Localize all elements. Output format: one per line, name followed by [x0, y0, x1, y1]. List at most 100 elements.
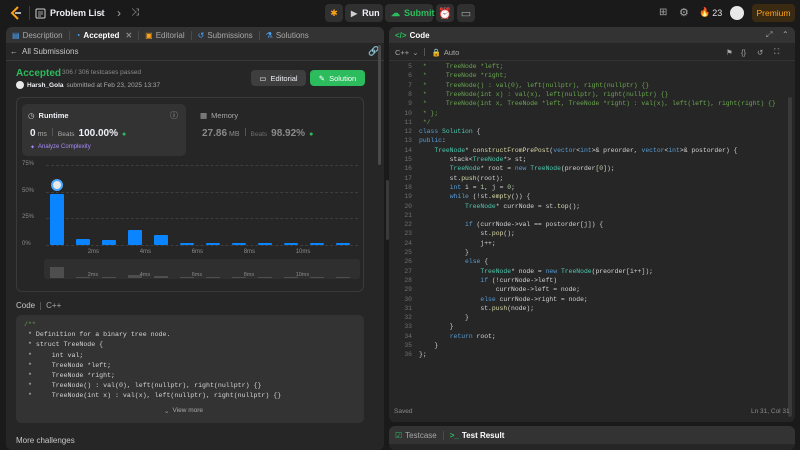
distribution-bar[interactable]: [284, 242, 298, 245]
debug-icon[interactable]: ✱: [325, 4, 343, 22]
fire-icon: 🔥: [699, 7, 711, 17]
line-code: * };: [419, 109, 439, 117]
tab-submissions[interactable]: ↺ Submissions: [192, 27, 259, 43]
line-number: 36: [404, 351, 412, 359]
distribution-bar[interactable]: [102, 239, 116, 245]
editor-scrollbar[interactable]: [788, 97, 792, 417]
line-number: 20: [404, 202, 412, 210]
editorial-button[interactable]: ▭ Editorial: [251, 70, 306, 86]
scrubber-tick-label: 4ms: [139, 272, 151, 278]
layout-icon[interactable]: ⊞: [659, 7, 667, 18]
clock-icon: ◷: [28, 111, 35, 120]
editor-line: 25 }: [389, 248, 765, 257]
runtime-beats: 100.00%: [78, 128, 119, 139]
y-tick-label: 50%: [22, 187, 35, 194]
bookmark-icon[interactable]: ⚑: [726, 48, 733, 57]
view-more-button[interactable]: ⌄ View more: [164, 407, 203, 415]
scrubber-tick-label: 10ms: [295, 272, 310, 278]
language-selector[interactable]: C++ ⌄: [395, 48, 418, 57]
settings-icon[interactable]: ⚙: [679, 6, 689, 19]
reset-icon[interactable]: ↺: [757, 48, 763, 57]
distribution-bar[interactable]: [336, 242, 350, 245]
fullscreen-icon[interactable]: ⛶: [774, 47, 779, 57]
shuffle-icon[interactable]: ⤨: [131, 7, 139, 18]
editor-line: 12 class Solution {: [389, 127, 765, 136]
runtime-unit: ms: [37, 131, 47, 138]
accepted-icon: ◔: [75, 30, 81, 40]
tab-testcase[interactable]: ☑ Testcase: [389, 427, 443, 443]
line-number: 5: [408, 63, 412, 70]
chevron-right-icon[interactable]: ›: [117, 6, 121, 20]
line-code: currNode->left = node;: [419, 286, 581, 294]
line-code: * TreeNode(int x, TreeNode *left, TreeNo…: [419, 100, 776, 108]
avatar[interactable]: [730, 6, 744, 20]
distribution-bar[interactable]: [206, 242, 220, 245]
note-icon[interactable]: ▭: [457, 4, 475, 22]
premium-button[interactable]: Premium: [752, 4, 795, 22]
distribution-bar[interactable]: [128, 230, 142, 245]
editor-line: 31 st.push(node);: [389, 304, 765, 313]
solution-button[interactable]: ✎ Solution: [310, 70, 365, 86]
collapse-icon[interactable]: ⌃: [782, 30, 789, 39]
distribution-bar[interactable]: [50, 193, 64, 245]
left-tab-bar: ▤ Description ◔ Accepted ✕ ▣ Editorial ↺…: [6, 27, 384, 43]
submit-button[interactable]: ☁ Submit: [385, 4, 435, 22]
leetcode-logo[interactable]: [8, 5, 24, 21]
list-icon[interactable]: [34, 7, 46, 19]
line-number: 8: [408, 90, 412, 98]
editor-line: 36};: [389, 350, 765, 359]
chevron-left-icon[interactable]: ‹: [100, 6, 104, 20]
tab-solutions[interactable]: ⚗ Solutions: [260, 27, 315, 43]
braces-icon[interactable]: {}: [741, 48, 746, 57]
distribution-bar[interactable]: [310, 242, 324, 245]
line-code: * TreeNode *left;: [419, 63, 504, 70]
line-code: * TreeNode(int x) : val(x), left(nullptr…: [419, 90, 669, 98]
scrollbar[interactable]: [378, 45, 381, 165]
sparkle-icon: ✦: [30, 145, 36, 151]
info-icon[interactable]: ⓘ: [170, 110, 178, 121]
auto-mode-toggle[interactable]: 🔒 Auto: [431, 48, 459, 57]
editor-line: 6 * TreeNode *right;: [389, 71, 765, 80]
history-icon: ↺: [197, 30, 205, 40]
editor-line: 26 else {: [389, 257, 765, 266]
chevron-down-icon: ⌄: [412, 47, 419, 57]
line-code: else {: [465, 258, 489, 266]
problem-list-link[interactable]: Problem List: [50, 8, 105, 18]
scrubber-bar: [102, 276, 116, 278]
editor-line: 35 }: [389, 341, 765, 350]
close-icon[interactable]: ✕: [125, 31, 132, 40]
distribution-bar[interactable]: [232, 242, 246, 245]
streak-counter[interactable]: 🔥 23: [699, 7, 722, 18]
distribution-bar[interactable]: [154, 235, 168, 245]
alarm-icon[interactable]: ⏰: [436, 4, 454, 22]
maximize-icon[interactable]: ⤢: [766, 30, 772, 40]
scrubber-bar: [336, 276, 350, 278]
runtime-card[interactable]: ◷ Runtime ⓘ 0 ms Beats 100.00% ● ✦ Analy…: [22, 104, 186, 156]
distribution-bar[interactable]: [258, 242, 272, 245]
line-number: 35: [404, 342, 412, 349]
line-code: * TreeNode *right;: [419, 72, 508, 80]
tab-accepted[interactable]: ◔ Accepted ✕: [70, 27, 139, 43]
gridline: [46, 245, 358, 246]
back-to-submissions[interactable]: ← All Submissions: [10, 47, 78, 56]
gridline: [46, 218, 358, 220]
tab-editorial[interactable]: ▣ Editorial: [139, 27, 190, 43]
editor-line: 18 int i = 1, j = 0;: [389, 183, 765, 192]
editor-line: 8 * TreeNode(int x) : val(x), left(nullp…: [389, 90, 765, 99]
code-line: /**: [24, 321, 36, 328]
tab-code[interactable]: </> Code: [389, 27, 436, 43]
distribution-bar[interactable]: [180, 242, 194, 245]
code-editor-area[interactable]: 5 * TreeNode *left; 6 * TreeNode *right; 7…: [389, 62, 787, 392]
username[interactable]: Harsh_Gola: [27, 82, 64, 89]
scrubber-tick-label: 6ms: [191, 272, 203, 278]
beats-label: Beats: [57, 131, 75, 138]
line-number: 28: [404, 276, 412, 284]
memory-card[interactable]: ▦ Memory 27.86 MB Beats 98.92% ●: [196, 104, 356, 156]
run-button[interactable]: ▶ Run: [345, 4, 383, 22]
editor-toolbar: C++ ⌄ 🔒 Auto ⚑ {} ↺ ⛶: [389, 44, 795, 60]
line-code: st.push(node);: [419, 304, 535, 312]
tab-description[interactable]: ▤ Description: [6, 27, 69, 43]
analyze-complexity-link[interactable]: ✦ Analyze Complexity: [30, 144, 91, 151]
distribution-bar[interactable]: [76, 238, 90, 245]
tab-test-result[interactable]: >_ Test Result: [444, 427, 511, 443]
